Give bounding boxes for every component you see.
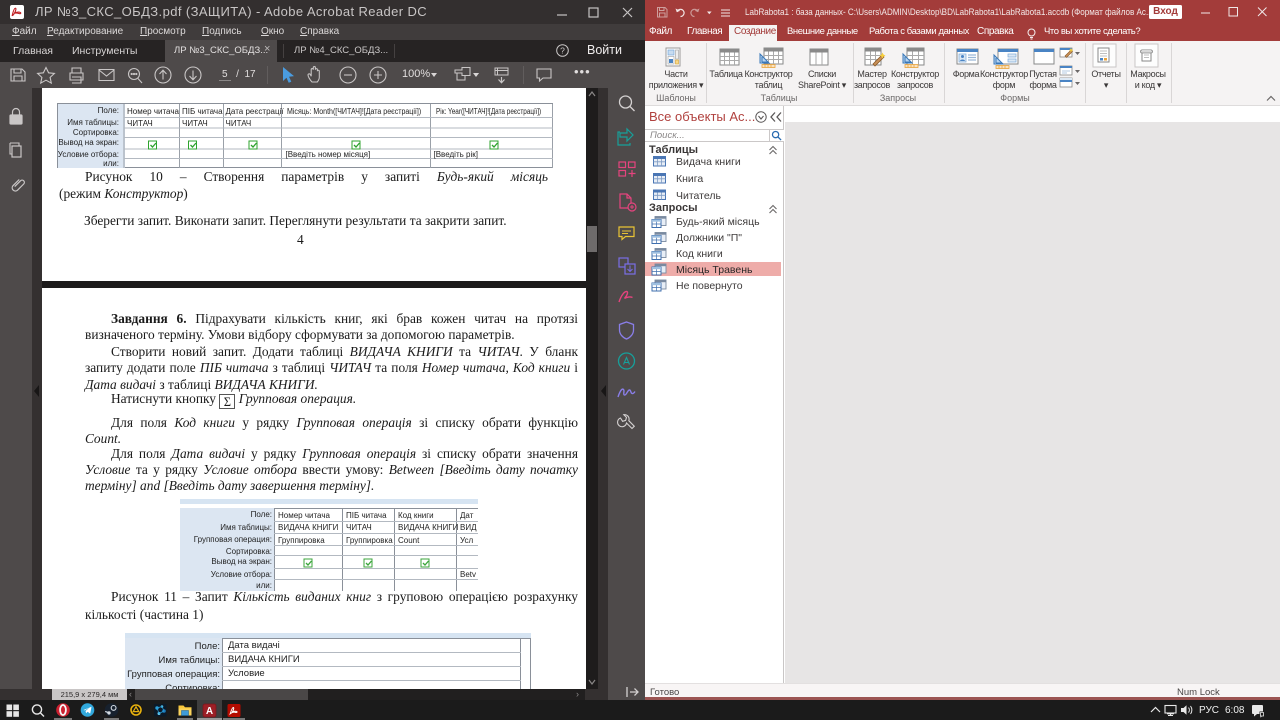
svg-text:A: A: [206, 706, 213, 717]
svg-text:?: ?: [560, 46, 565, 56]
